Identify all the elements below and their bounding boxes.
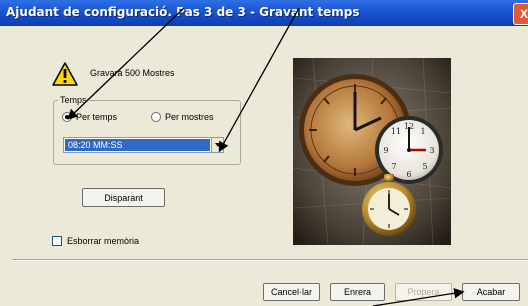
svg-text:7: 7 (391, 162, 396, 171)
disparant-button[interactable]: Disparant (82, 188, 165, 207)
radio-per-mostres-label: Per mostres (165, 112, 214, 122)
esborrar-memoria-label: Esborrar memòria (67, 236, 140, 246)
chevron-down-icon[interactable] (211, 138, 223, 152)
radio-selected-dot (62, 112, 72, 122)
radio-unselected-dot (151, 112, 161, 122)
back-button[interactable]: Enrera (330, 283, 385, 301)
close-button[interactable]: X (513, 3, 528, 25)
window-title: Ajudant de configuració. Pas 3 de 3 - Gr… (6, 5, 360, 19)
radio-per-temps[interactable]: Per temps (62, 112, 117, 122)
footer-separator (12, 259, 528, 261)
svg-text:1: 1 (420, 127, 425, 136)
radio-per-mostres[interactable]: Per mostres (151, 112, 214, 122)
svg-text:3: 3 (429, 146, 434, 155)
title-bar[interactable]: Ajudant de configuració. Pas 3 de 3 - Gr… (0, 0, 528, 26)
cancel-button[interactable]: Cancel·lar (263, 283, 320, 301)
svg-text:6: 6 (406, 170, 411, 179)
esborrar-memoria-checkbox[interactable]: Esborrar memòria (52, 236, 139, 246)
clocks-photo: 12 3 6 9 1 11 7 5 (293, 58, 451, 245)
temps-group-label: Temps (58, 95, 89, 105)
svg-text:9: 9 (383, 146, 388, 155)
finish-button[interactable]: Acabar (462, 283, 520, 301)
temps-groupbox: Temps (53, 95, 241, 165)
close-icon: X (519, 7, 528, 21)
next-button[interactable]: Propera (395, 283, 452, 301)
samples-warning-text: Gravarà 500 Mostres (90, 68, 175, 78)
radio-per-temps-label: Per temps (76, 112, 118, 122)
checkbox-box[interactable] (52, 236, 62, 246)
time-combobox-value: 08:20 MM:SS (65, 139, 210, 151)
svg-text:11: 11 (391, 127, 401, 136)
svg-text:5: 5 (422, 162, 427, 171)
time-combobox[interactable]: 08:20 MM:SS (63, 137, 224, 153)
warning-icon (52, 62, 78, 86)
wizard-window: Ajudant de configuració. Pas 3 de 3 - Gr… (0, 0, 528, 306)
